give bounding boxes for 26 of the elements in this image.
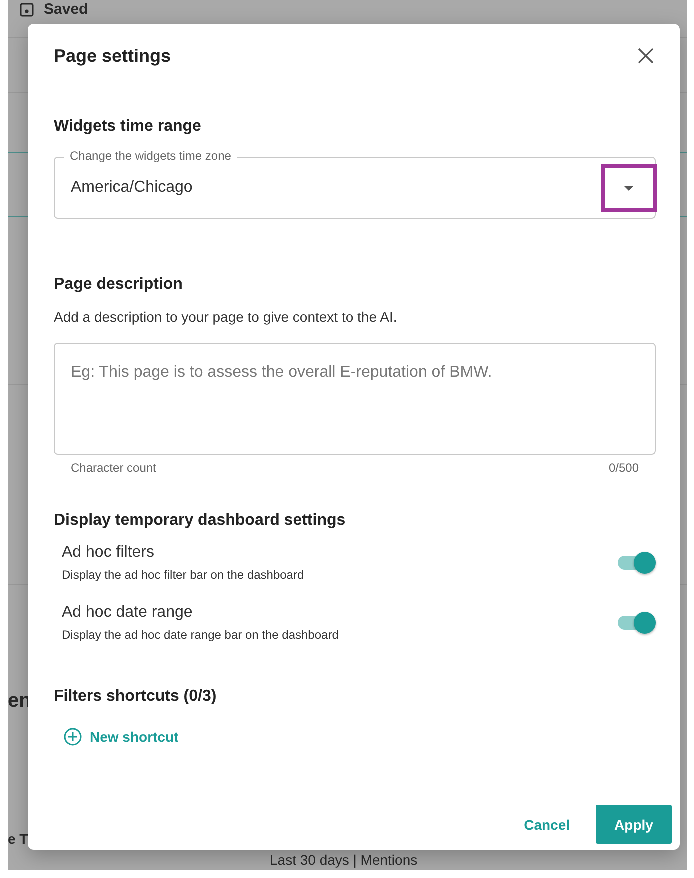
- toggle-label: Ad hoc filters: [62, 544, 156, 562]
- toggle-switch[interactable]: [616, 612, 656, 634]
- description-field[interactable]: Eg: This page is to assess the overall E-reputation of BMW.: [54, 343, 656, 455]
- close-icon[interactable]: [636, 46, 656, 66]
- dialog-title: Page settings: [54, 46, 172, 66]
- cancel-button[interactable]: Cancel: [524, 816, 570, 832]
- new-shortcut-button[interactable]: New shortcut: [64, 728, 179, 746]
- character-counter: 0/500: [608, 461, 639, 475]
- section-heading: Page description: [54, 276, 184, 294]
- background-caption: Last 30 days | Mentions: [270, 852, 418, 868]
- save-icon: [20, 2, 34, 16]
- saved-status: Saved: [44, 1, 88, 18]
- section-heading: Filters shortcuts (0/3): [54, 688, 218, 706]
- field-label: Change the widgets time zone: [64, 149, 238, 163]
- section-heading: Display temporary dashboard settings: [54, 512, 347, 530]
- background-heading: e T: [8, 831, 28, 847]
- toggle-description: Display the ad hoc date range bar on the dashboard: [62, 628, 339, 642]
- apply-button[interactable]: Apply: [596, 805, 672, 844]
- dropdown-caret-icon[interactable]: [624, 186, 634, 190]
- toggle-description: Display the ad hoc filter bar on the dashboard: [62, 568, 304, 582]
- plus-circle-icon: [64, 728, 82, 746]
- toggle-switch[interactable]: [616, 552, 656, 574]
- toggle-label: Ad hoc date range: [62, 604, 194, 622]
- description-hint: Add a description to your page to give context to the AI.: [54, 309, 398, 325]
- section-heading: Widgets time range: [54, 118, 202, 136]
- counter-label: Character count: [71, 461, 156, 475]
